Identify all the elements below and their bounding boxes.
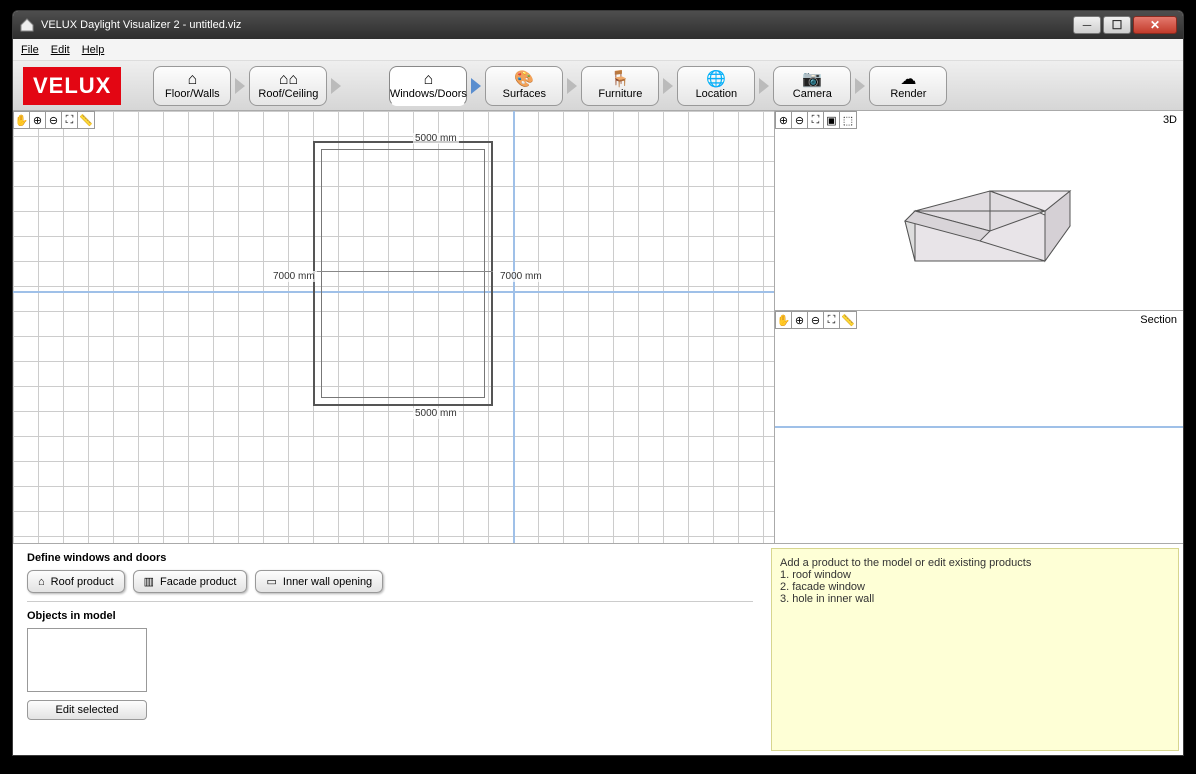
dim-bottom: 5000 mm xyxy=(413,408,459,419)
define-panel: Define windows and doors ⌂Roof product ▥… xyxy=(13,544,767,755)
app-icon xyxy=(19,17,35,33)
edit-selected-button[interactable]: Edit selected xyxy=(27,700,147,720)
window-title: VELUX Daylight Visualizer 2 - untitled.v… xyxy=(41,19,241,31)
arrow-icon xyxy=(567,78,577,94)
fit-icon[interactable]: ⛶ xyxy=(62,112,78,128)
dim-top: 5000 mm xyxy=(413,133,459,144)
step-windows-doors[interactable]: ⌂Windows/Doors xyxy=(389,66,467,106)
arrow-icon xyxy=(663,78,673,94)
menu-file[interactable]: File xyxy=(21,44,39,56)
arrow-icon xyxy=(331,78,341,94)
globe-icon: 🌐 xyxy=(706,72,726,88)
room-divider xyxy=(313,271,493,272)
fit-icon[interactable]: ⛶ xyxy=(824,312,840,328)
panel-section[interactable]: Section ✋ ⊕ ⊖ ⛶ 📏 xyxy=(775,311,1183,543)
inner-wall-icon: ▭ xyxy=(266,575,276,588)
zoom-out-icon[interactable]: ⊖ xyxy=(792,112,808,128)
define-title: Define windows and doors xyxy=(27,552,753,564)
help-panel: Add a product to the model or edit exist… xyxy=(771,548,1179,751)
app-window: VELUX Daylight Visualizer 2 - untitled.v… xyxy=(12,10,1184,756)
left-pane: 5000 mm 5000 mm 7000 mm 7000 mm ✋ ⊕ ⊖ ⛶ … xyxy=(13,111,775,543)
step-floor-walls[interactable]: ⌂Floor/Walls xyxy=(153,66,231,106)
section-toolbar: ✋ ⊕ ⊖ ⛶ 📏 xyxy=(775,311,857,329)
zoom-out-icon[interactable]: ⊖ xyxy=(808,312,824,328)
axis-vertical xyxy=(513,111,515,543)
camera-icon: 📷 xyxy=(802,72,822,88)
cube-icon[interactable]: ▣ xyxy=(824,112,840,128)
render-icon: ☁ xyxy=(900,72,916,88)
roof-product-icon: ⌂ xyxy=(38,576,45,588)
panel-3d[interactable]: 3D ⊕ ⊖ ⛶ ▣ ⬚ xyxy=(775,111,1183,311)
facade-product-button[interactable]: ▥Facade product xyxy=(133,570,248,593)
menubar: File Edit Help xyxy=(13,39,1183,61)
window-icon: ⌂ xyxy=(424,72,434,88)
help-line: 1. roof window xyxy=(780,569,1170,581)
roof-product-button[interactable]: ⌂Roof product xyxy=(27,570,125,593)
zoom-in-icon[interactable]: ⊕ xyxy=(30,112,46,128)
panel-3d-label: 3D xyxy=(1163,114,1177,126)
velux-logo: VELUX xyxy=(23,67,121,105)
arrow-icon xyxy=(759,78,769,94)
plan-toolbar: ✋ ⊕ ⊖ ⛶ 📏 xyxy=(13,111,95,129)
zoom-in-icon[interactable]: ⊕ xyxy=(776,112,792,128)
menu-help[interactable]: Help xyxy=(82,44,105,56)
objects-listbox[interactable] xyxy=(27,628,147,692)
bottom-area: Define windows and doors ⌂Roof product ▥… xyxy=(13,543,1183,755)
wireframe-icon[interactable]: ⬚ xyxy=(840,112,856,128)
minimize-button[interactable]: ─ xyxy=(1073,16,1101,34)
step-furniture[interactable]: 🪑Furniture xyxy=(581,66,659,106)
pan-icon[interactable]: ✋ xyxy=(776,312,792,328)
help-line: 3. hole in inner wall xyxy=(780,593,1170,605)
zoom-in-icon[interactable]: ⊕ xyxy=(792,312,808,328)
step-render[interactable]: ☁Render xyxy=(869,66,947,106)
house-icon: ⌂ xyxy=(188,72,198,88)
step-surfaces[interactable]: 🎨Surfaces xyxy=(485,66,563,106)
dim-left: 7000 mm xyxy=(271,271,317,282)
content-area: 5000 mm 5000 mm 7000 mm 7000 mm ✋ ⊕ ⊖ ⛶ … xyxy=(13,111,1183,543)
inner-wall-button[interactable]: ▭Inner wall opening xyxy=(255,570,383,593)
fit-icon[interactable]: ⛶ xyxy=(808,112,824,128)
step-roof-ceiling[interactable]: ⌂⌂Roof/Ceiling xyxy=(249,66,327,106)
step-toolbar: VELUX ⌂Floor/Walls ⌂⌂Roof/Ceiling ⌂Windo… xyxy=(13,61,1183,111)
arrow-icon xyxy=(855,78,865,94)
step-camera[interactable]: 📷Camera xyxy=(773,66,851,106)
panel-section-label: Section xyxy=(1140,314,1177,326)
3d-model xyxy=(885,141,1085,291)
3d-toolbar: ⊕ ⊖ ⛶ ▣ ⬚ xyxy=(775,111,857,129)
palette-icon: 🎨 xyxy=(514,72,534,88)
measure-icon[interactable]: 📏 xyxy=(78,112,94,128)
chair-icon: 🪑 xyxy=(610,72,630,88)
roof-icon: ⌂⌂ xyxy=(279,72,298,88)
zoom-out-icon[interactable]: ⊖ xyxy=(46,112,62,128)
section-axis xyxy=(775,426,1183,428)
objects-label: Objects in model xyxy=(27,610,753,622)
dim-right: 7000 mm xyxy=(498,271,544,282)
menu-edit[interactable]: Edit xyxy=(51,44,70,56)
maximize-button[interactable]: ☐ xyxy=(1103,16,1131,34)
arrow-icon xyxy=(471,78,481,94)
right-pane: 3D ⊕ ⊖ ⛶ ▣ ⬚ xyxy=(775,111,1183,543)
titlebar[interactable]: VELUX Daylight Visualizer 2 - untitled.v… xyxy=(13,11,1183,39)
measure-icon[interactable]: 📏 xyxy=(840,312,856,328)
step-location[interactable]: 🌐Location xyxy=(677,66,755,106)
facade-product-icon: ▥ xyxy=(144,575,154,588)
close-button[interactable]: ✕ xyxy=(1133,16,1177,34)
pan-icon[interactable]: ✋ xyxy=(14,112,30,128)
plan-canvas[interactable]: 5000 mm 5000 mm 7000 mm 7000 mm ✋ ⊕ ⊖ ⛶ … xyxy=(13,111,774,543)
help-line: Add a product to the model or edit exist… xyxy=(780,557,1170,569)
arrow-icon xyxy=(235,78,245,94)
help-line: 2. facade window xyxy=(780,581,1170,593)
room-inner xyxy=(321,149,485,398)
